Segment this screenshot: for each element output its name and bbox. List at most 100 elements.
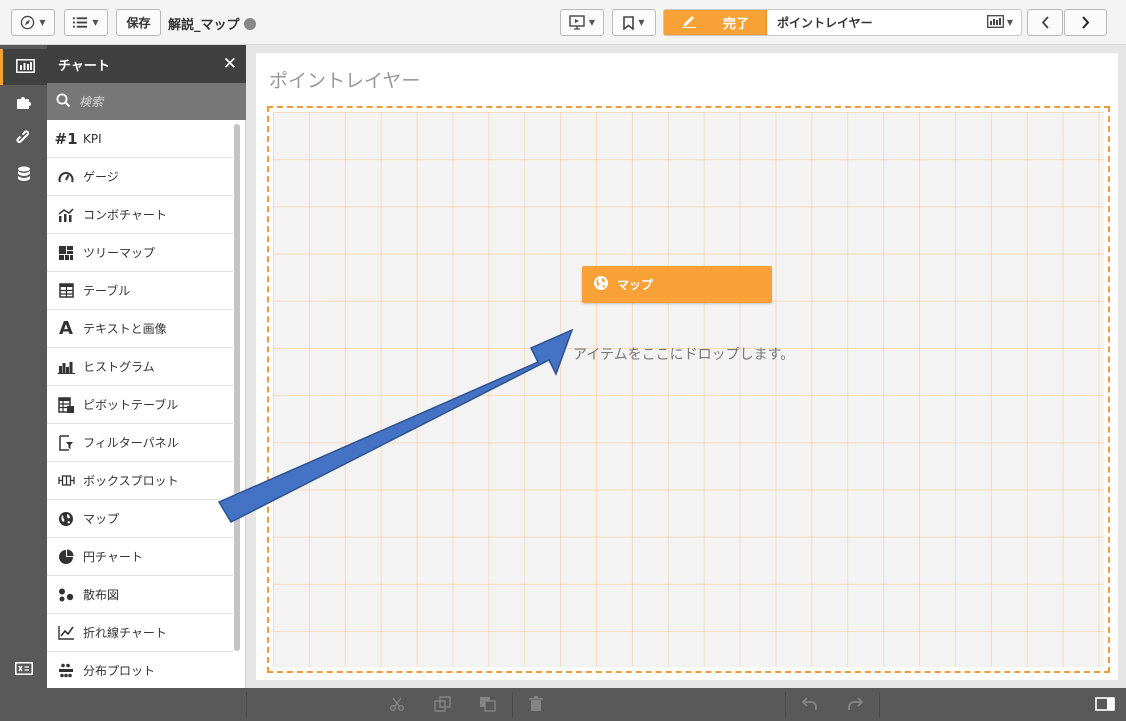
app-title-text: 解説_マップ [168, 18, 240, 33]
list-item-filter-pane[interactable]: フィルターパネル [47, 424, 233, 462]
list-item-distribution-plot[interactable]: 分布プロット [47, 652, 233, 690]
toggle-properties-button[interactable] [1093, 694, 1117, 716]
cut-button[interactable] [386, 694, 408, 716]
combo-chart-icon [57, 206, 75, 224]
list-item-label: テーブル [83, 284, 131, 298]
list-item-label: マップ [83, 512, 120, 526]
list-item-label: 円チャート [83, 550, 143, 564]
panel-toggle-icon [1095, 696, 1115, 714]
database-icon [17, 166, 31, 185]
toolbar: ▼ ▼ 保存 解説_マップ ▼ ▼ 完了 ポイントレイヤー ▼ [0, 0, 1126, 45]
story-button[interactable]: ▼ [560, 9, 604, 36]
navigation-button[interactable]: ▼ [11, 9, 55, 36]
list-item-pivot-table[interactable]: ピボットテーブル [47, 386, 233, 424]
list-item-combo-chart[interactable]: コンボチャート [47, 196, 233, 234]
delete-button[interactable] [525, 694, 547, 716]
list-item-text-image[interactable]: A テキストと画像 [47, 310, 233, 348]
list-item-label: ツリーマップ [83, 246, 156, 260]
list-item-scatter-plot[interactable]: 散布図 [47, 576, 233, 614]
next-sheet-button[interactable] [1064, 9, 1107, 36]
box-plot-icon [57, 472, 75, 490]
paste-button[interactable] [476, 694, 498, 716]
drop-zone[interactable] [267, 106, 1110, 673]
previous-sheet-button[interactable] [1027, 9, 1063, 36]
drag-chip-label: マップ [617, 278, 654, 292]
list-item-gauge[interactable]: ゲージ [47, 158, 233, 196]
distribution-plot-icon [57, 662, 75, 680]
charts-tab[interactable] [0, 49, 47, 85]
scatter-plot-icon [57, 586, 75, 604]
search-icon [56, 93, 71, 111]
list-item-label: テキストと画像 [83, 322, 167, 336]
divider [785, 692, 786, 718]
list-item-box-plot[interactable]: ボックスプロット [47, 462, 233, 500]
done-button[interactable]: 完了 [664, 10, 767, 35]
histogram-icon [57, 358, 75, 376]
divider [879, 692, 880, 718]
list-item-label: ヒストグラム [83, 360, 155, 374]
sheet-menu-button[interactable]: ▼ [979, 10, 1021, 35]
table-icon [57, 282, 75, 300]
pie-chart-icon [57, 548, 75, 566]
list-item-table[interactable]: テーブル [47, 272, 233, 310]
variables-tab[interactable] [0, 652, 47, 688]
copy-button[interactable] [431, 694, 453, 716]
close-icon[interactable]: ✕ [223, 54, 237, 74]
master-items-tab[interactable] [0, 121, 47, 157]
save-button[interactable]: 保存 [116, 9, 161, 36]
drop-hint: アイテムをここにドロップします。 [573, 347, 795, 363]
list-item-treemap[interactable]: ツリーマップ [47, 234, 233, 272]
list-item-kpi[interactable]: #1 KPI [47, 120, 233, 158]
kpi-icon: #1 [54, 129, 78, 148]
text-image-icon: A [59, 318, 73, 339]
gauge-icon [57, 168, 75, 186]
bookmark-button[interactable]: ▼ [612, 9, 656, 36]
line-chart-icon [57, 624, 75, 642]
chart-list: #1 KPI ゲージ コンボチャート ツリーマップ テーブル A テキストと画像… [47, 120, 233, 690]
paste-icon [479, 696, 496, 715]
list-item-label: ボックスプロット [83, 474, 179, 488]
dragged-map-chip[interactable]: マップ [582, 266, 772, 303]
list-item-label: ピボットテーブル [83, 398, 179, 412]
link-icon [15, 129, 32, 149]
chevron-down-icon: ▼ [638, 18, 645, 27]
chevron-down-icon: ▼ [1006, 18, 1014, 27]
panel-search [47, 83, 246, 120]
bookmark-icon [623, 15, 635, 30]
chevron-right-icon [1081, 16, 1090, 29]
bottom-bar [0, 688, 1126, 721]
trash-icon [529, 695, 543, 715]
list-item-line-chart[interactable]: 折れ線チャート [47, 614, 233, 652]
search-input[interactable] [79, 94, 219, 109]
redo-button[interactable] [844, 694, 866, 716]
divider [512, 692, 513, 718]
copy-icon [433, 695, 451, 715]
undo-button[interactable] [799, 694, 821, 716]
treemap-icon [57, 244, 75, 262]
fields-tab[interactable] [0, 157, 47, 193]
divider [246, 692, 247, 718]
list-item-label: 折れ線チャート [83, 626, 167, 640]
bar-chart-icon [15, 58, 35, 76]
undo-icon [801, 696, 818, 714]
global-menu-button[interactable]: ▼ [64, 9, 108, 36]
sheet-title: ポイントレイヤー [777, 16, 873, 30]
list-item-map[interactable]: マップ [47, 500, 233, 538]
redo-icon [847, 696, 864, 714]
list-item-histogram[interactable]: ヒストグラム [47, 348, 233, 386]
list-item-label: コンボチャート [83, 208, 167, 222]
sheet-canvas: ポイントレイヤー [256, 53, 1118, 680]
app-title: 解説_マップ [168, 14, 256, 33]
page-title: ポイントレイヤー [269, 70, 421, 92]
list-item-label: 分布プロット [83, 664, 156, 678]
map-icon [593, 275, 609, 294]
list-item-label: フィルターパネル [83, 436, 179, 450]
custom-objects-tab[interactable] [0, 85, 47, 121]
list-item-label: KPI [83, 131, 102, 146]
panel-scrollbar[interactable] [234, 124, 240, 651]
chevron-left-icon [1041, 16, 1050, 29]
presentation-icon [569, 15, 585, 30]
list-item-pie-chart[interactable]: 円チャート [47, 538, 233, 576]
variable-icon [14, 662, 33, 678]
layout-grid [273, 112, 1104, 667]
